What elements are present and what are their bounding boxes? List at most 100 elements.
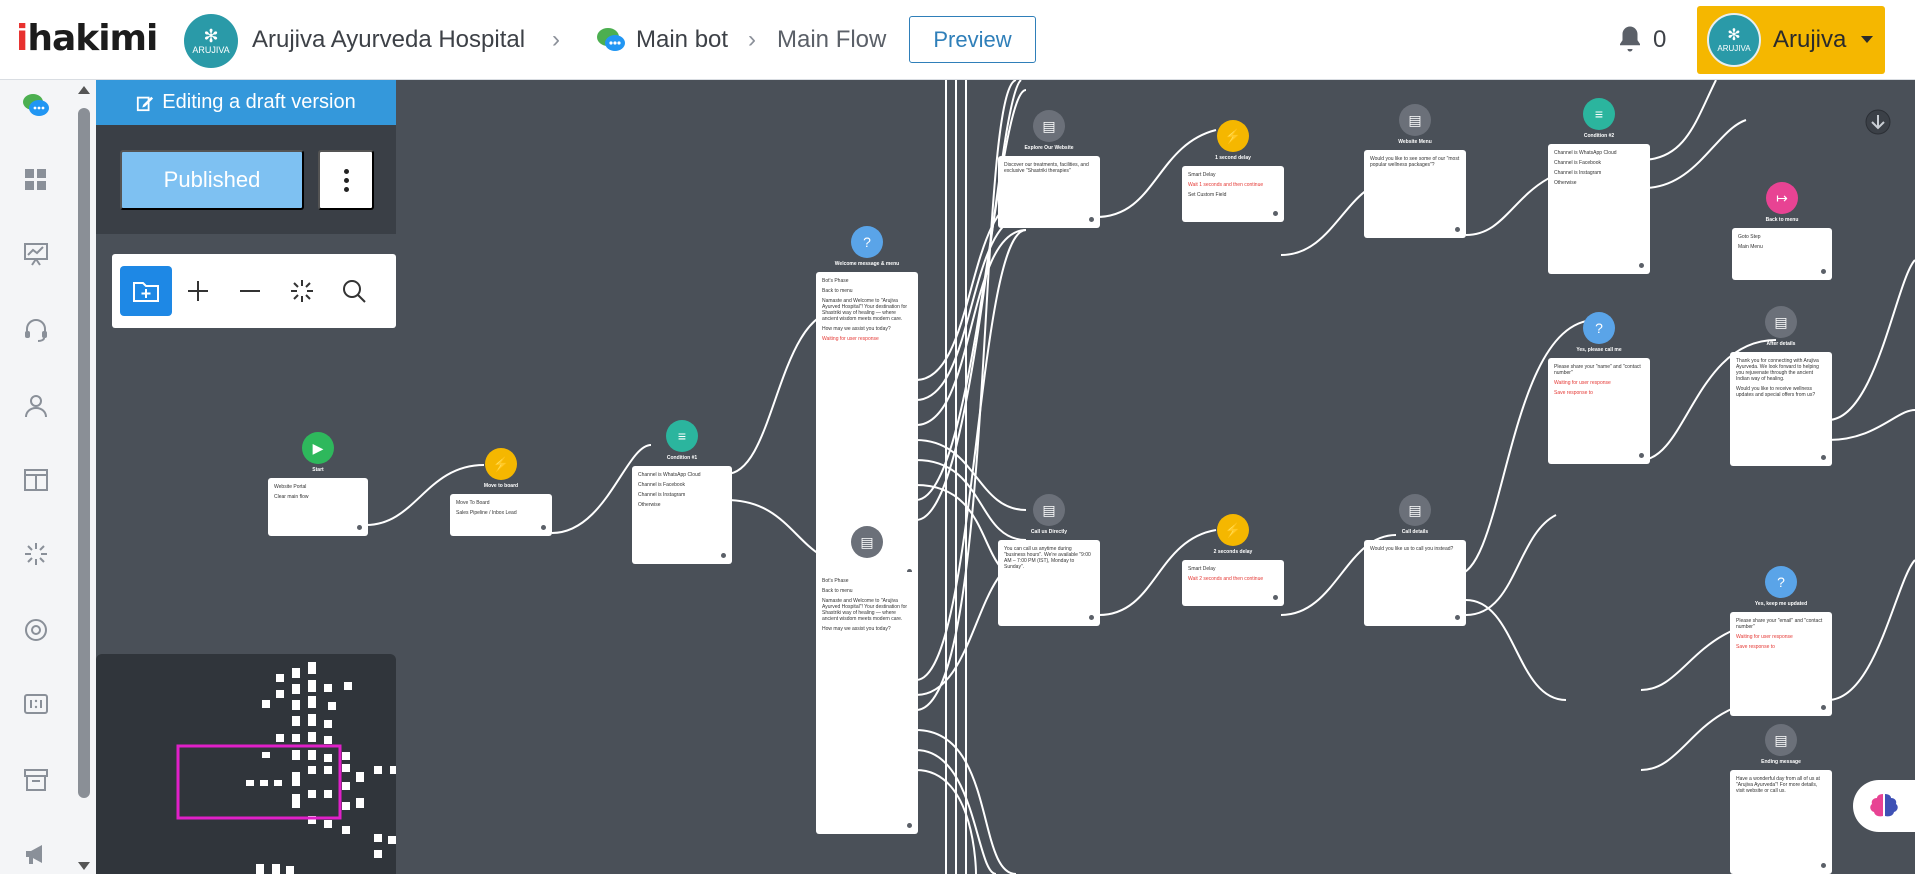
node-title: Condition #1 bbox=[666, 455, 698, 461]
node-connector-dot[interactable] bbox=[1455, 227, 1460, 232]
scrollbar-thumb[interactable] bbox=[78, 108, 90, 798]
flow-node-card[interactable]: Goto Step Main Menu bbox=[1732, 228, 1832, 280]
minimap[interactable] bbox=[96, 654, 396, 874]
org-avatar[interactable]: ✻ ARUJIVA bbox=[184, 14, 238, 68]
flow-node-card[interactable]: Smart Delay Wait 2 seconds and then conti… bbox=[1182, 560, 1284, 606]
lifebuoy-icon[interactable] bbox=[22, 616, 50, 644]
flow-node-card[interactable]: Discover our treatments, facilities, and… bbox=[998, 156, 1100, 228]
node-connector-dot[interactable] bbox=[1273, 211, 1278, 216]
user-icon[interactable] bbox=[22, 392, 50, 420]
node-connector-dot[interactable] bbox=[1821, 705, 1826, 710]
node-connector-dot[interactable] bbox=[1089, 217, 1094, 222]
flow-node-card[interactable]: Thank you for connecting with Arujiva Ay… bbox=[1730, 352, 1832, 466]
node-line: Goto Step bbox=[1738, 234, 1761, 240]
node-connector-dot[interactable] bbox=[1455, 615, 1460, 620]
more-options-button[interactable] bbox=[318, 150, 374, 210]
node-line: Otherwise bbox=[1554, 180, 1577, 186]
node-connector-dot[interactable] bbox=[1639, 263, 1644, 268]
scroll-down-arrow-icon[interactable] bbox=[78, 862, 90, 870]
minimap-drawing bbox=[176, 662, 396, 874]
node-icon[interactable]: ▤ bbox=[1765, 724, 1797, 756]
bell-icon[interactable] bbox=[1615, 24, 1645, 54]
ratio-icon[interactable] bbox=[22, 690, 50, 718]
node-icon[interactable]: ? bbox=[851, 226, 883, 258]
node-connector-dot[interactable] bbox=[1639, 453, 1644, 458]
flow-node-card[interactable]: Channel is WhatsApp Cloud Channel is Face… bbox=[632, 466, 732, 564]
flow-node-card[interactable]: Please share your "name" and "contact nu… bbox=[1548, 358, 1650, 464]
ai-assistant-button[interactable] bbox=[1853, 780, 1915, 832]
org-name[interactable]: Arujiva Ayurveda Hospital bbox=[252, 26, 525, 54]
node-icon[interactable]: ⚡ bbox=[1217, 120, 1249, 152]
flow-node-card[interactable]: Would you like us to call you instead? bbox=[1364, 540, 1466, 626]
flow-node-card[interactable]: Website Portal Clear main flow bbox=[268, 478, 368, 536]
node-icon[interactable]: ? bbox=[1765, 566, 1797, 598]
app-logo[interactable]: ihakimi bbox=[16, 18, 158, 59]
flow-node-card[interactable]: Smart Delay Wait 1 seconds and then conti… bbox=[1182, 166, 1284, 222]
node-icon[interactable]: ▤ bbox=[1033, 110, 1065, 142]
arrow-down-circle-icon[interactable] bbox=[1864, 108, 1892, 136]
headset-icon[interactable] bbox=[22, 316, 50, 344]
sparkle-icon[interactable] bbox=[22, 540, 50, 568]
node-connector-dot[interactable] bbox=[721, 553, 726, 558]
node-connector-dot[interactable] bbox=[1821, 863, 1826, 868]
add-folder-button[interactable] bbox=[120, 266, 172, 316]
node-line: Channel is Facebook bbox=[1554, 160, 1601, 166]
node-title: Welcome message & menu bbox=[834, 261, 900, 267]
megaphone-icon[interactable] bbox=[22, 840, 50, 868]
flow-node-card[interactable]: Have a wonderful day from all of us at "… bbox=[1730, 770, 1832, 874]
breadcrumb-bot[interactable]: Main bot bbox=[636, 26, 728, 54]
scroll-up-arrow-icon[interactable] bbox=[78, 86, 90, 94]
node-line: Wait 1 seconds and then continue bbox=[1188, 182, 1264, 188]
search-button[interactable] bbox=[328, 266, 380, 316]
dashboard-icon[interactable] bbox=[22, 166, 50, 194]
node-icon[interactable]: ▶ bbox=[302, 432, 334, 464]
node-icon[interactable]: ≡ bbox=[1583, 98, 1615, 130]
presentation-chart-icon[interactable] bbox=[22, 240, 50, 268]
node-line: Smart Delay bbox=[1188, 172, 1216, 178]
canvas-toolbar bbox=[112, 254, 396, 328]
node-line: Thank you for connecting with Arujiva Ay… bbox=[1736, 358, 1819, 382]
zoom-in-button[interactable] bbox=[172, 266, 224, 316]
flow-node-card[interactable]: Move To Board Sales Pipeline / Inbox Lead bbox=[450, 494, 552, 536]
archive-icon[interactable] bbox=[22, 766, 50, 794]
node-icon[interactable]: ⚡ bbox=[1217, 514, 1249, 546]
node-icon[interactable]: ⚡ bbox=[485, 448, 517, 480]
node-icon[interactable]: ? bbox=[1583, 312, 1615, 344]
user-menu-button[interactable]: ✻ ARUJIVA Arujiva bbox=[1697, 6, 1885, 74]
node-title: Call details bbox=[1401, 529, 1429, 535]
node-icon[interactable]: ▤ bbox=[1765, 306, 1797, 338]
flower-icon: ✻ bbox=[1727, 26, 1741, 44]
published-button[interactable]: Published bbox=[120, 150, 304, 210]
zoom-out-button[interactable] bbox=[224, 266, 276, 316]
node-icon[interactable]: ▤ bbox=[1399, 494, 1431, 526]
node-line: Have a wonderful day from all of us at "… bbox=[1736, 776, 1820, 794]
node-connector-dot[interactable] bbox=[1273, 595, 1278, 600]
flow-node-card[interactable]: You can call us anytime during "business… bbox=[998, 540, 1100, 626]
node-line: Bot's Phase bbox=[822, 578, 849, 584]
node-icon[interactable]: ≡ bbox=[666, 420, 698, 452]
node-icon[interactable]: ▤ bbox=[851, 526, 883, 558]
layout-icon[interactable] bbox=[22, 466, 50, 494]
fit-view-button[interactable] bbox=[276, 266, 328, 316]
flow-node-card[interactable]: Bot's Phase Back to menu Namaste and Welco… bbox=[816, 572, 918, 834]
node-connector-dot[interactable] bbox=[1821, 455, 1826, 460]
flow-node-card[interactable]: Channel is WhatsApp Cloud Channel is Face… bbox=[1548, 144, 1650, 274]
flow-canvas[interactable]: Editing a draft version Published ▶ Star… bbox=[96, 80, 1915, 874]
node-connector-dot[interactable] bbox=[541, 525, 546, 530]
chat-bot-icon[interactable] bbox=[22, 92, 50, 120]
node-icon[interactable]: ↦ bbox=[1766, 182, 1798, 214]
node-icon[interactable]: ▤ bbox=[1399, 104, 1431, 136]
node-connector-dot[interactable] bbox=[1821, 269, 1826, 274]
node-connector-dot[interactable] bbox=[1089, 615, 1094, 620]
preview-button[interactable]: Preview bbox=[909, 16, 1036, 63]
node-connector-dot[interactable] bbox=[357, 525, 362, 530]
flow-node-card[interactable]: Please share your "email" and "contact n… bbox=[1730, 612, 1832, 716]
sidebar-scrollbar[interactable] bbox=[72, 80, 96, 874]
user-name: Arujiva bbox=[1773, 26, 1847, 53]
node-title: Explore Our Website bbox=[1024, 145, 1074, 151]
node-connector-dot[interactable] bbox=[907, 823, 912, 828]
node-line: Smart Delay bbox=[1188, 566, 1216, 572]
flow-node-card[interactable]: Would you like to see some of our "most … bbox=[1364, 150, 1466, 238]
node-line: Channel is WhatsApp Cloud bbox=[638, 472, 701, 478]
node-icon[interactable]: ▤ bbox=[1033, 494, 1065, 526]
